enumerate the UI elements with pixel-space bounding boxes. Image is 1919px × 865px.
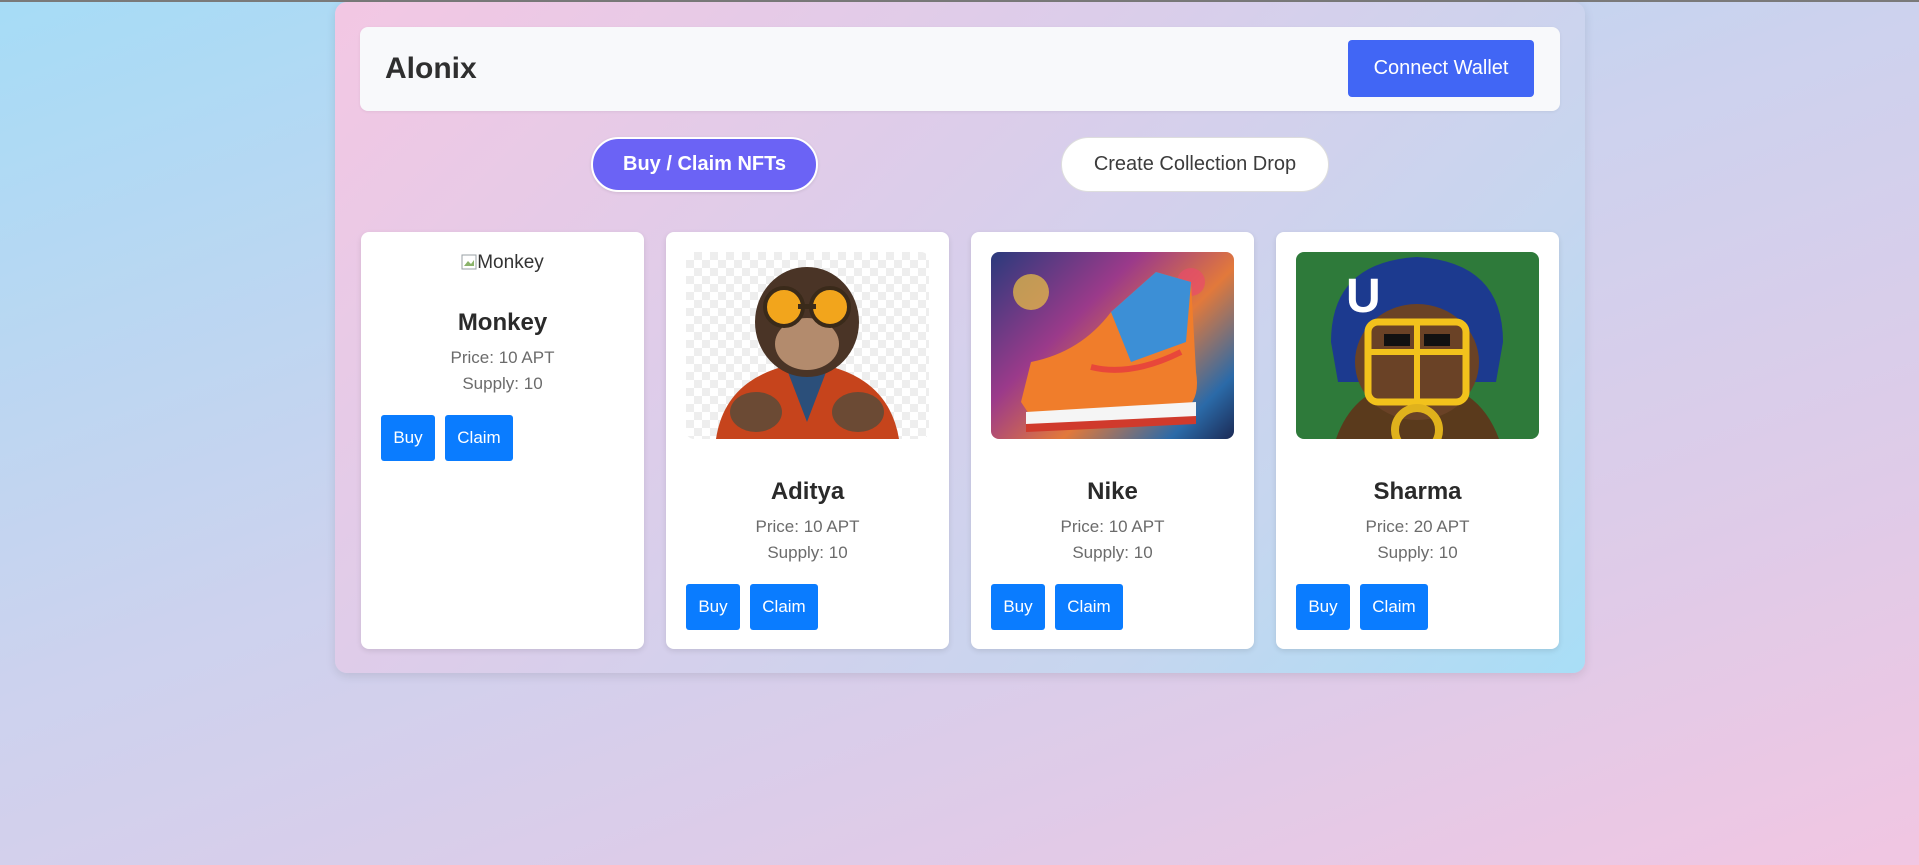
nft-image: U: [1296, 252, 1539, 439]
tab-buy-claim-nfts[interactable]: Buy / Claim NFTs: [591, 137, 818, 192]
claim-button[interactable]: Claim: [750, 584, 818, 630]
buy-button[interactable]: Buy: [381, 415, 435, 461]
nft-price: Price: 10 APT: [450, 348, 555, 367]
buy-button[interactable]: Buy: [991, 584, 1045, 630]
nft-price: Price: 10 APT: [755, 517, 860, 536]
nft-price: Price: 20 APT: [1365, 517, 1470, 536]
nft-name: Nike: [1087, 478, 1138, 505]
header-bar: Alonix Connect Wallet: [360, 27, 1560, 111]
nft-actions: Buy Claim: [1296, 584, 1438, 630]
app-panel: Alonix Connect Wallet Buy / Claim NFTs C…: [335, 2, 1585, 673]
nft-card-aditya: Aditya Price: 10 APT Supply: 10 Buy Claim: [666, 232, 949, 649]
nft-card-sharma: U Sharma Price: 20 APT Supply: 10 Buy Cla…: [1276, 232, 1559, 649]
brand-title: Alonix: [385, 52, 477, 85]
nft-actions: Buy Claim: [991, 584, 1133, 630]
claim-button[interactable]: Claim: [1055, 584, 1123, 630]
nft-supply: Supply: 10: [767, 543, 848, 562]
nft-name: Monkey: [457, 309, 548, 336]
nft-actions: Buy Claim: [381, 415, 523, 461]
nft-card-monkey: Monkey Monkey Price: 10 APT Supply: 10 B…: [361, 232, 644, 649]
nft-supply: Supply: 10: [1072, 543, 1153, 562]
nft-image: [991, 252, 1234, 439]
nft-card-nike: Nike Price: 10 APT Supply: 10 Buy Claim: [971, 232, 1254, 649]
connect-wallet-button[interactable]: Connect Wallet: [1348, 40, 1534, 97]
buy-button[interactable]: Buy: [1296, 584, 1350, 630]
image-alt-text: Monkey: [477, 252, 544, 273]
claim-button[interactable]: Claim: [1360, 584, 1428, 630]
nft-name: Aditya: [770, 478, 845, 505]
nft-name: Sharma: [1373, 478, 1462, 505]
buy-button[interactable]: Buy: [686, 584, 740, 630]
svg-text:U: U: [1346, 270, 1381, 323]
nft-supply: Supply: 10: [462, 374, 543, 393]
nft-image: [686, 252, 929, 439]
broken-image-icon: Monkey: [361, 252, 644, 274]
nft-actions: Buy Claim: [686, 584, 828, 630]
tab-create-collection-drop[interactable]: Create Collection Drop: [1061, 137, 1329, 192]
nft-supply: Supply: 10: [1377, 543, 1458, 562]
claim-button[interactable]: Claim: [445, 415, 513, 461]
nft-price: Price: 10 APT: [1060, 517, 1165, 536]
